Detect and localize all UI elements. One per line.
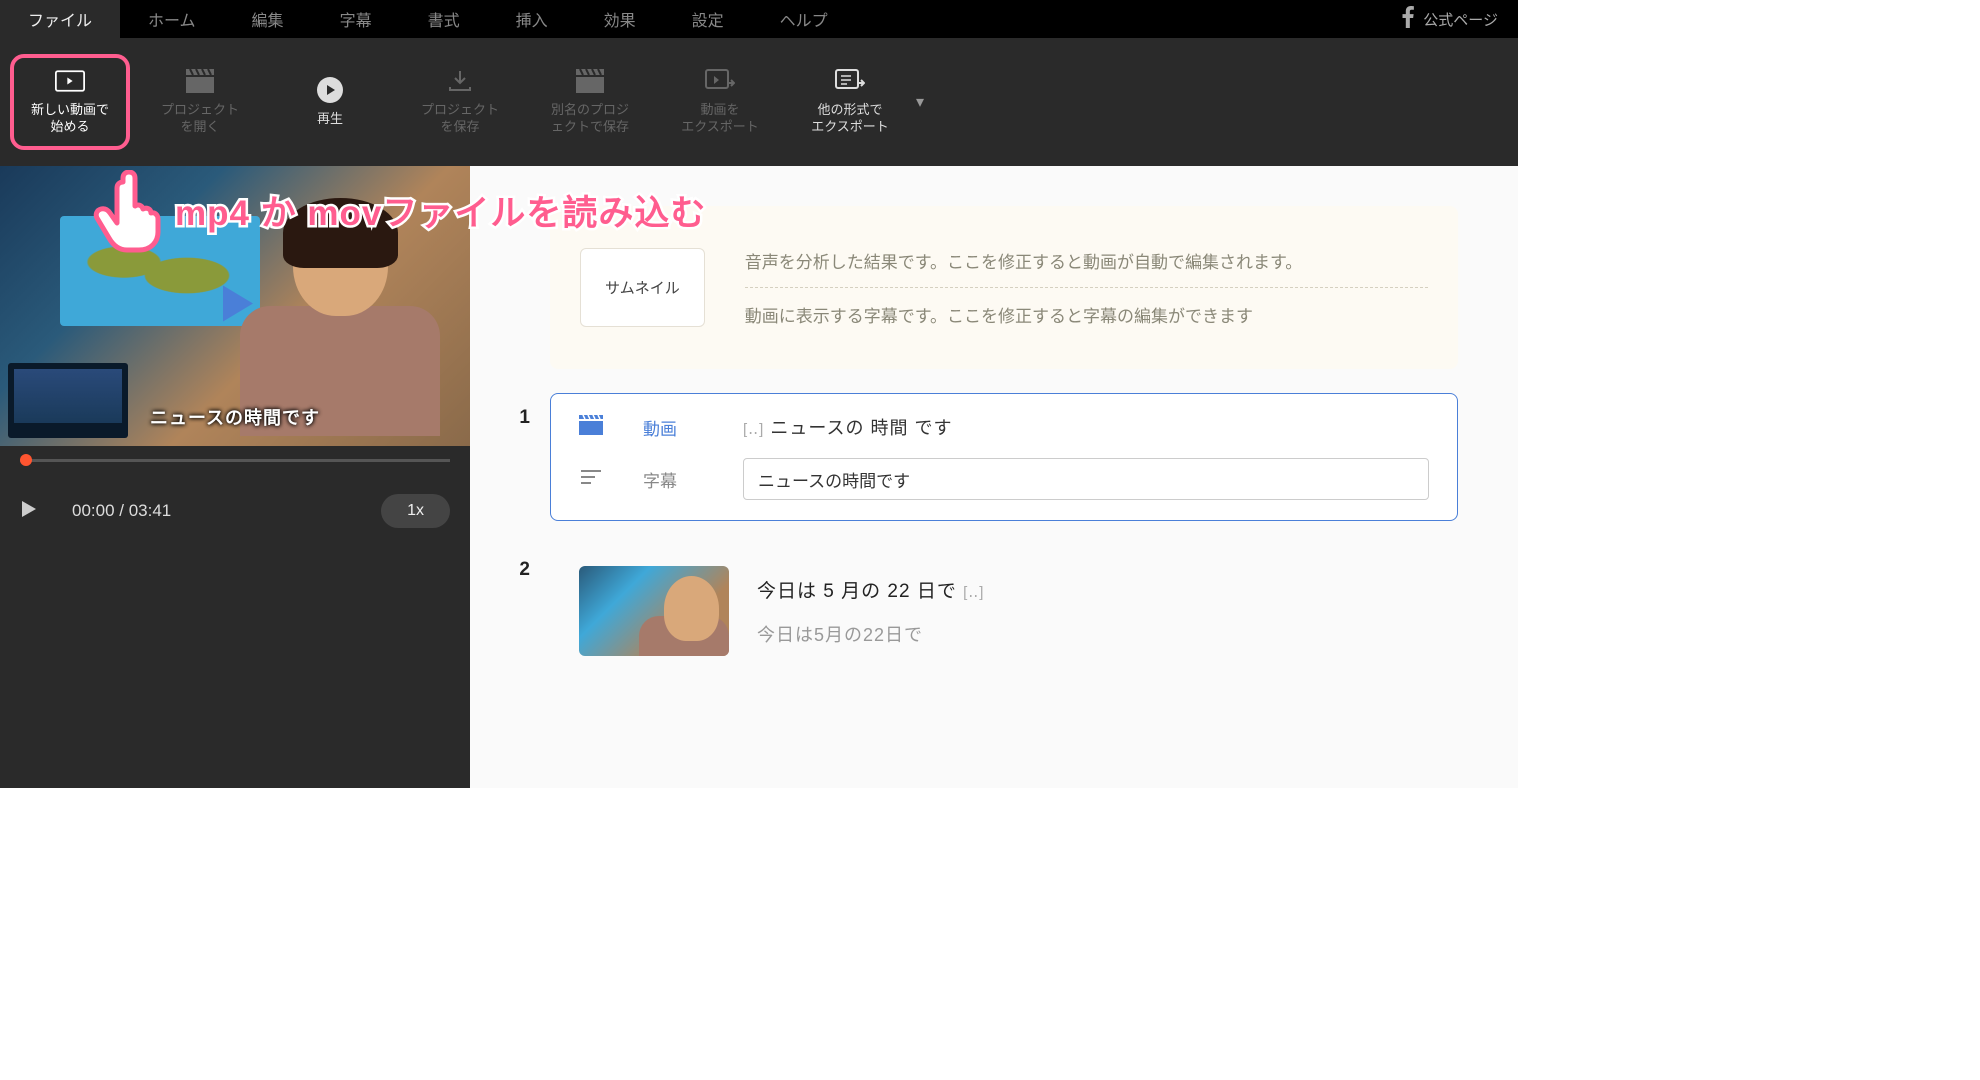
facebook-link[interactable]: 公式ページ <box>1381 6 1518 32</box>
facebook-label: 公式ページ <box>1423 9 1498 30</box>
info-line-subtitle: 動画に表示する字幕です。ここを修正すると字幕の編集ができます <box>745 288 1428 341</box>
play-circle-icon <box>315 77 345 103</box>
clapperboard-alt-icon <box>575 68 605 94</box>
save-project-button[interactable]: プロジェクト を保存 <box>400 68 520 136</box>
download-icon <box>445 68 475 94</box>
pointing-hand-icon <box>85 170 165 250</box>
facebook-icon <box>1401 6 1415 32</box>
open-project-button[interactable]: プロジェクト を開く <box>140 68 260 136</box>
menu-home[interactable]: ホーム <box>120 0 224 38</box>
menu-settings[interactable]: 設定 <box>664 0 752 38</box>
subtitle-icon <box>579 468 603 491</box>
export-video-icon <box>705 68 735 94</box>
menu-file[interactable]: ファイル <box>0 0 120 38</box>
playback-speed-button[interactable]: 1x <box>381 494 450 528</box>
menu-format[interactable]: 書式 <box>400 0 488 38</box>
video-scrubber[interactable] <box>0 450 470 470</box>
video-track-label: 動画 <box>643 415 703 440</box>
segment-body[interactable]: 今日は 5 月の 22 日で [‥] 今日は5月の22日で <box>550 545 1458 677</box>
video-panel: VREW ニュースの時間です 00:00 / 03:41 1x <box>0 166 470 788</box>
transcript-text[interactable]: [‥] ニュースの 時間 です <box>743 414 1429 440</box>
editor-panel: サムネイル 音声を分析した結果です。ここを修正すると動画が自動で編集されます。 … <box>470 166 1518 788</box>
play-small-icon[interactable] <box>20 499 38 524</box>
info-line-audio: 音声を分析した結果です。ここを修正すると動画が自動で編集されます。 <box>745 234 1428 288</box>
export-other-icon <box>835 68 865 94</box>
menu-bar: ファイル ホーム 編集 字幕 書式 挿入 効果 設定 ヘルプ 公式ページ <box>0 0 1518 38</box>
tutorial-annotation: mp4 か movファイルを読み込む <box>85 170 706 250</box>
menu-subtitle[interactable]: 字幕 <box>312 0 400 38</box>
thumbnail-placeholder[interactable]: サムネイル <box>580 248 705 327</box>
time-display: 00:00 / 03:41 <box>72 501 171 521</box>
segment-number: 1 <box>470 393 530 521</box>
export-other-button[interactable]: 他の形式で エクスポート <box>790 68 910 136</box>
transcript-text[interactable]: 今日は 5 月の 22 日で [‥] <box>757 576 1429 603</box>
menu-help[interactable]: ヘルプ <box>752 0 856 38</box>
chevron-down-icon[interactable]: ▾ <box>916 92 924 112</box>
save-as-button[interactable]: 別名のプロジ ェクトで保存 <box>530 68 650 136</box>
subtitle-input[interactable] <box>743 458 1429 500</box>
segment-row: 2 今日は 5 月の 22 日で [‥] 今日は5月の22日で <box>470 545 1458 677</box>
subtitle-track-label: 字幕 <box>643 467 703 492</box>
play-button[interactable]: 再生 <box>270 77 390 128</box>
play-overlay-icon[interactable] <box>207 276 263 337</box>
subtitle-text[interactable]: 今日は5月の22日で <box>757 621 1429 647</box>
segment-thumbnail <box>579 566 729 656</box>
annotation-text: mp4 か movファイルを読み込む <box>175 185 706 236</box>
menu-effect[interactable]: 効果 <box>576 0 664 38</box>
menu-insert[interactable]: 挿入 <box>488 0 576 38</box>
toolbar: 新しい動画で 始める プロジェクト を開く 再生 プロジェクト を保存 別名のプ… <box>0 38 1518 166</box>
menu-edit[interactable]: 編集 <box>224 0 312 38</box>
segment-body[interactable]: 動画 [‥] ニュースの 時間 です 字幕 <box>550 393 1458 521</box>
clapperboard-icon <box>579 415 603 440</box>
segment-number: 2 <box>470 545 530 677</box>
preview-caption: ニュースの時間です <box>150 404 320 430</box>
new-video-label: 新しい動画で 始める <box>31 102 109 136</box>
clapperboard-icon <box>185 68 215 94</box>
new-video-icon <box>55 68 85 94</box>
segment-row: 1 動画 [‥] ニュースの 時間 です 字幕 <box>470 393 1458 521</box>
new-video-button[interactable]: 新しい動画で 始める <box>10 54 130 150</box>
export-video-button[interactable]: 動画を エクスポート <box>660 68 780 136</box>
